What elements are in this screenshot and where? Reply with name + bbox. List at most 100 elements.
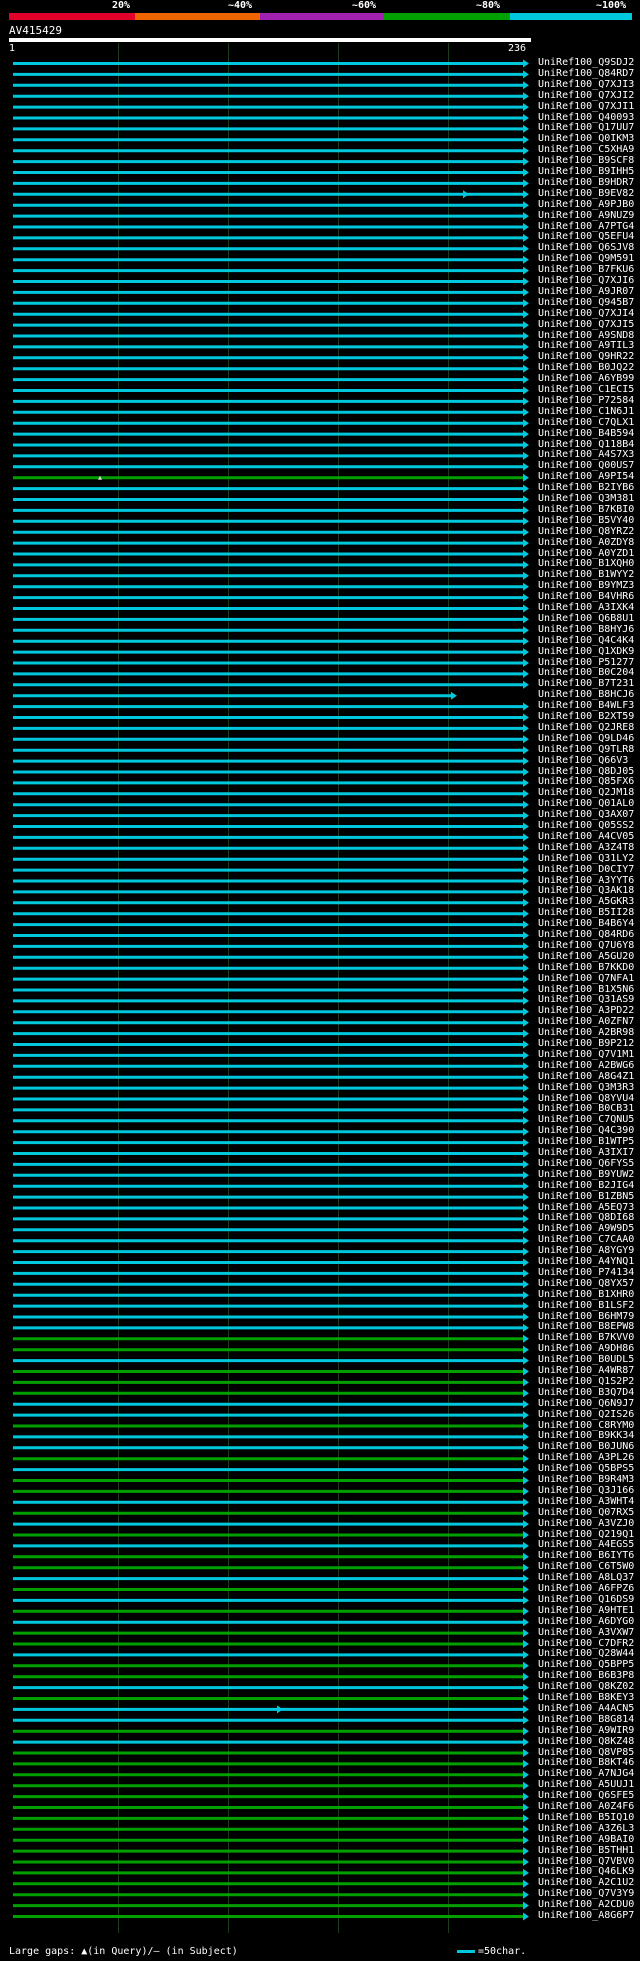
- hit-bar[interactable]: [13, 1040, 529, 1049]
- hit-bar[interactable]: [13, 1432, 529, 1441]
- hit-bar[interactable]: [13, 996, 529, 1005]
- hit-bar[interactable]: [13, 1629, 529, 1638]
- hit-bar[interactable]: [13, 560, 529, 569]
- hit-label[interactable]: UniRef100_A0ZDY8: [538, 537, 634, 549]
- hit-bar[interactable]: [13, 397, 529, 406]
- hit-bar[interactable]: [13, 1890, 529, 1899]
- hit-bar[interactable]: [13, 1531, 529, 1539]
- hit-bar[interactable]: [13, 244, 529, 253]
- hit-bar[interactable]: [13, 877, 529, 885]
- hit-bar[interactable]: [13, 59, 529, 68]
- hit-bar[interactable]: [13, 615, 529, 624]
- hit-bar[interactable]: [13, 1345, 529, 1354]
- hit-label[interactable]: UniRef100_C7QLX1: [538, 417, 634, 429]
- hit-label[interactable]: UniRef100_A3VXW7: [538, 1627, 634, 1639]
- hit-bar[interactable]: [13, 1694, 529, 1703]
- hit-bar[interactable]: [13, 1313, 529, 1321]
- hit-bar[interactable]: [13, 735, 529, 744]
- hit-bar[interactable]: [13, 1193, 529, 1202]
- hit-bar[interactable]: [13, 844, 529, 853]
- hit-bar[interactable]: [13, 778, 529, 787]
- hit-bar[interactable]: [13, 539, 529, 548]
- hit-bar[interactable]: [13, 1378, 529, 1387]
- hit-bar[interactable]: [13, 1574, 529, 1583]
- hit-label[interactable]: UniRef100_Q9TLR8: [538, 744, 634, 756]
- hit-bar[interactable]: [13, 964, 529, 973]
- hit-bar[interactable]: [13, 1443, 529, 1452]
- hit-bar[interactable]: [13, 1803, 529, 1812]
- hit-bar[interactable]: [13, 1454, 529, 1463]
- hit-bar[interactable]: [13, 789, 529, 798]
- hit-label[interactable]: UniRef100_Q2IS26: [538, 1409, 634, 1421]
- hit-bar[interactable]: [13, 1912, 529, 1921]
- hit-bar[interactable]: [13, 1825, 529, 1834]
- hit-bar[interactable]: [13, 1029, 529, 1038]
- hit-label[interactable]: UniRef100_Q8KZ48: [538, 1736, 634, 1748]
- hit-bar[interactable]: [13, 1334, 529, 1343]
- hit-bar[interactable]: [13, 441, 529, 449]
- hit-bar[interactable]: [13, 1367, 529, 1376]
- hit-bar[interactable]: [13, 1051, 529, 1060]
- hit-bar[interactable]: [13, 1749, 529, 1757]
- hit-label[interactable]: UniRef100_A9NUZ9: [538, 210, 634, 222]
- hit-bar[interactable]: [13, 506, 529, 515]
- hit-bar[interactable]: [13, 550, 529, 558]
- hit-bar[interactable]: [13, 1858, 529, 1866]
- hit-bar[interactable]: [13, 648, 529, 657]
- hit-bar[interactable]: [13, 103, 529, 112]
- hit-bar[interactable]: [13, 1716, 529, 1725]
- hit-bar[interactable]: [13, 1770, 529, 1779]
- hit-label[interactable]: UniRef100_B1XHR0: [538, 1289, 634, 1301]
- hit-bar[interactable]: [13, 1596, 529, 1605]
- hit-label[interactable]: UniRef100_Q66V3: [538, 755, 628, 767]
- hit-bar[interactable]: [13, 724, 529, 733]
- hit-label[interactable]: UniRef100_A3VZJ0: [538, 1518, 634, 1530]
- hit-bar[interactable]: [13, 942, 529, 951]
- hit-bar[interactable]: [13, 1541, 529, 1550]
- hit-bar[interactable]: [13, 212, 529, 221]
- hit-bar[interactable]: [13, 277, 529, 286]
- hit-label[interactable]: UniRef100_B7KKD0: [538, 962, 634, 974]
- hit-label[interactable]: UniRef100_D0CIY7: [538, 864, 634, 876]
- hit-bar[interactable]: [13, 1781, 529, 1790]
- hit-bar[interactable]: [13, 353, 529, 362]
- hit-bar[interactable]: [13, 680, 529, 689]
- hit-bar[interactable]: [13, 1738, 529, 1747]
- hit-bar[interactable]: [13, 920, 529, 929]
- hit-bar[interactable]: [13, 255, 529, 264]
- hit-bar[interactable]: [13, 1422, 529, 1430]
- hit-bar[interactable]: [13, 288, 529, 297]
- hit-bar[interactable]: [13, 898, 529, 907]
- hit-bar[interactable]: [13, 1127, 529, 1136]
- hit-label[interactable]: UniRef100_Q4C4K4: [538, 635, 634, 647]
- hit-bar[interactable]: [13, 1182, 529, 1191]
- hit-bar[interactable]: [13, 1683, 529, 1692]
- hit-label[interactable]: UniRef100_B1ZBN5: [538, 1191, 634, 1203]
- hit-label[interactable]: UniRef100_Q1XDK9: [538, 646, 634, 658]
- hit-bar[interactable]: [13, 1062, 529, 1071]
- hit-bar[interactable]: [13, 1465, 529, 1474]
- hit-bar[interactable]: [13, 495, 529, 504]
- hit-label[interactable]: UniRef100_B4B594: [538, 428, 634, 440]
- hit-bar[interactable]: [13, 299, 529, 308]
- hit-label[interactable]: UniRef100_A9BAI0: [538, 1834, 634, 1846]
- hit-bar[interactable]: [13, 484, 529, 493]
- hit-bar[interactable]: [13, 931, 529, 940]
- hit-bar[interactable]: [13, 1149, 529, 1158]
- hit-bar[interactable]: [13, 1073, 529, 1082]
- hit-bar[interactable]: [13, 1116, 529, 1125]
- hit-bar[interactable]: [13, 637, 529, 646]
- hit-bar[interactable]: [13, 1585, 529, 1594]
- hit-label[interactable]: UniRef100_Q7XJI1: [538, 101, 634, 113]
- hit-bar[interactable]: [13, 887, 529, 896]
- hit-label[interactable]: UniRef100_A6DYG0: [538, 1616, 634, 1628]
- hit-bar[interactable]: [13, 1552, 529, 1561]
- hit-bar[interactable]: [13, 528, 529, 537]
- hit-bar[interactable]: [13, 800, 529, 809]
- hit-bar[interactable]: [13, 1509, 529, 1518]
- hit-bar[interactable]: [13, 1661, 529, 1670]
- hit-bar[interactable]: [13, 473, 529, 482]
- hit-bar[interactable]: [13, 179, 529, 188]
- hit-bar[interactable]: [13, 81, 529, 90]
- hit-bar[interactable]: [13, 713, 529, 722]
